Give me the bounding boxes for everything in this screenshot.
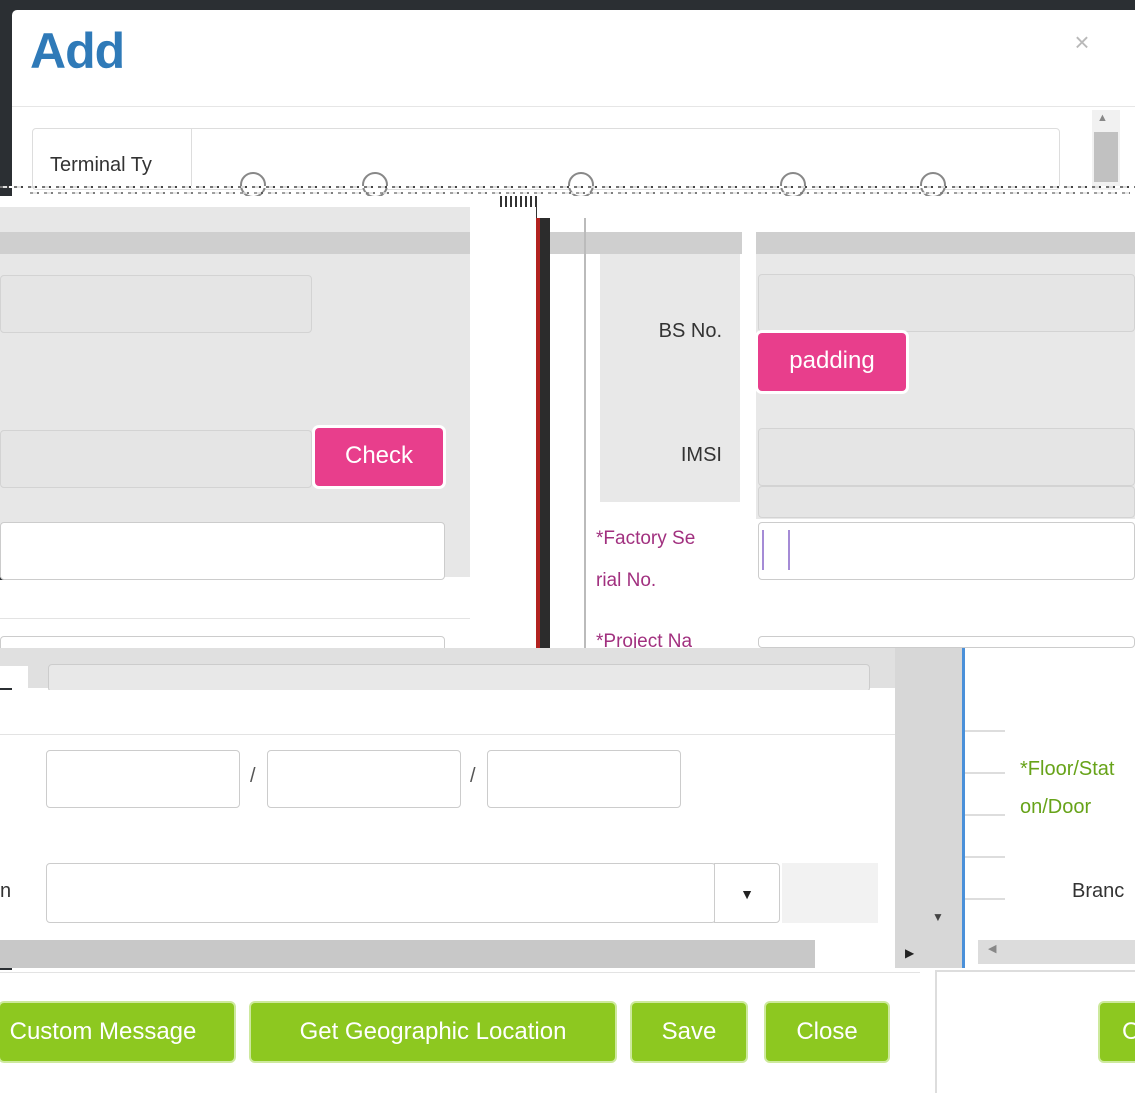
left-text-input-3[interactable] — [0, 522, 445, 580]
imsi-input[interactable] — [758, 428, 1135, 486]
glitch-notch — [0, 666, 28, 688]
scroll-left-arrow-icon[interactable]: ◀ — [988, 942, 996, 955]
dropdown-value-box[interactable] — [46, 863, 716, 923]
render-glitch-line — [0, 186, 1135, 188]
close-button[interactable]: Close — [766, 1003, 888, 1061]
date-part-2-input[interactable] — [267, 750, 461, 808]
factory-serial-label-line1: *Factory Se — [596, 528, 696, 549]
custom-message-button[interactable]: Custom Message — [0, 1003, 234, 1061]
scroll-up-arrow-icon[interactable]: ▲ — [1097, 112, 1108, 124]
glitch-gap — [0, 196, 1135, 207]
terminal-type-radio-5[interactable] — [920, 172, 946, 198]
left-grey-input-1[interactable] — [0, 275, 312, 333]
row-divider — [0, 618, 470, 619]
mid-gap — [470, 207, 536, 647]
glitch-ticks — [965, 690, 1005, 940]
date-part-1-input[interactable] — [46, 750, 240, 808]
imsi-extra-input[interactable] — [758, 486, 1135, 518]
render-glitch-bar — [540, 218, 550, 648]
project-name-input[interactable] — [758, 636, 1135, 648]
right-partial-button[interactable]: C — [1100, 1003, 1135, 1061]
terminal-type-radio-3[interactable] — [568, 172, 594, 198]
save-button[interactable]: Save — [632, 1003, 746, 1061]
header-divider — [12, 106, 1135, 107]
branch-label: Branc — [1072, 880, 1125, 902]
floor-station-label-line2: on/Door — [1020, 796, 1092, 818]
left-panel-header — [0, 232, 470, 254]
bs-no-input[interactable] — [758, 274, 1135, 332]
terminal-type-label: Terminal Ty — [50, 154, 152, 176]
scroll-down-arrow-icon[interactable]: ▼ — [932, 910, 944, 924]
scrollbar-thumb[interactable] — [1094, 132, 1118, 182]
close-icon[interactable]: × — [1070, 29, 1094, 55]
right-horizontal-scrollbar[interactable] — [978, 940, 1135, 964]
floor-station-label-line1: *Floor/Stat — [1020, 758, 1115, 780]
left-grey-input-2[interactable] — [0, 430, 312, 488]
footer-divider — [0, 972, 920, 973]
dropdown-side-area — [782, 863, 878, 923]
vertical-scrollbar-lower[interactable] — [895, 648, 965, 968]
text-cursor-glitch — [762, 530, 790, 570]
terminal-type-radio-1[interactable] — [240, 172, 266, 198]
bs-no-label: BS No. — [658, 320, 722, 342]
padding-button[interactable]: padding — [758, 333, 906, 391]
terminal-type-radio-4[interactable] — [780, 172, 806, 198]
row-divider — [0, 734, 895, 735]
factory-serial-input[interactable] — [758, 522, 1135, 580]
dropdown-select[interactable]: ▼ — [46, 863, 782, 923]
get-geographic-location-button[interactable]: Get Geographic Location — [251, 1003, 615, 1061]
lower-grey-input[interactable] — [48, 664, 870, 692]
partial-field-label: n — [0, 880, 12, 902]
right-panel-header-bar — [756, 232, 1135, 254]
date-separator-1: / — [250, 765, 256, 787]
dialog-title: Add — [30, 23, 125, 79]
render-glitch-bar-red — [536, 218, 540, 648]
date-part-3-input[interactable] — [487, 750, 681, 808]
scroll-right-arrow-icon[interactable]: ▶ — [905, 946, 914, 960]
check-button[interactable]: Check — [315, 428, 443, 486]
imsi-label: IMSI — [680, 444, 722, 466]
terminal-type-radio-2[interactable] — [362, 172, 388, 198]
caret-down-icon[interactable]: ▼ — [714, 863, 780, 923]
column-divider — [584, 218, 586, 648]
date-separator-2: / — [470, 765, 476, 787]
project-name-label: *Project Na — [596, 631, 693, 648]
render-glitch-line — [30, 192, 1130, 194]
factory-serial-label-line2: rial No. — [596, 570, 657, 591]
horizontal-scrollbar[interactable] — [0, 940, 895, 968]
